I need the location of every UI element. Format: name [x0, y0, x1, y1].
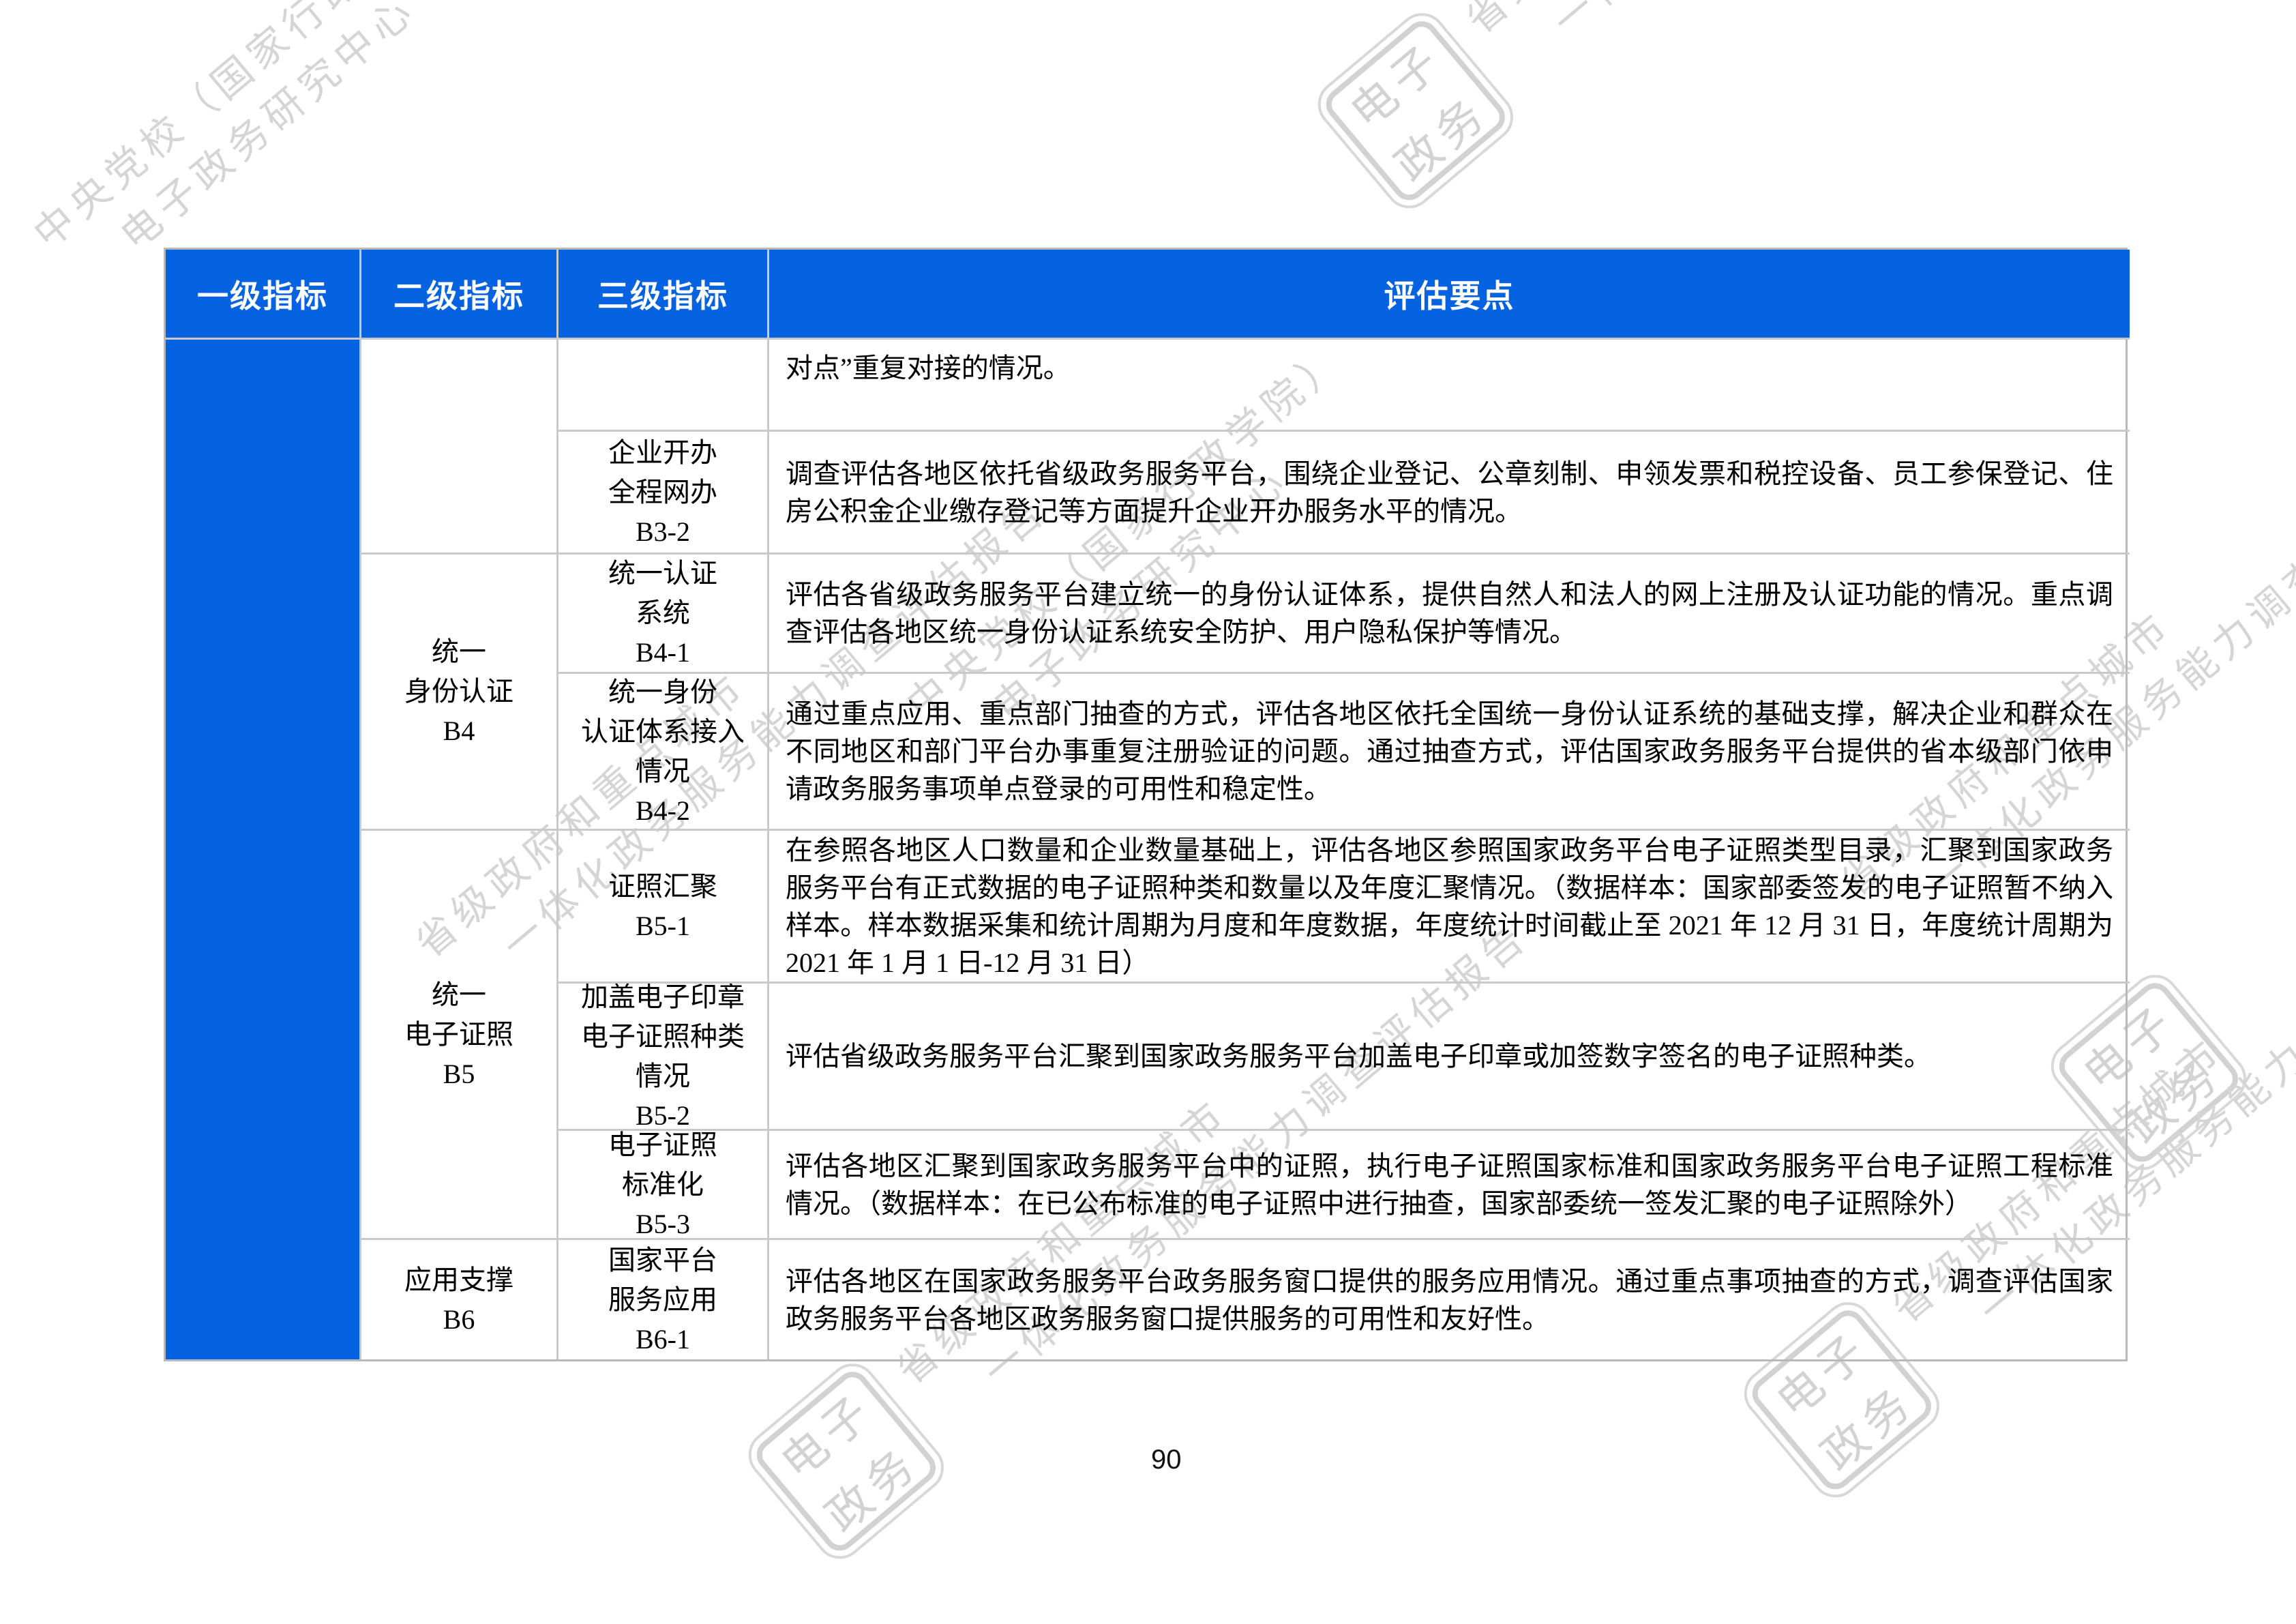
stamp-text-line1: 电子	[1341, 32, 1453, 138]
level2-cell-b5: 统一 电子证照 B5	[361, 831, 558, 1240]
point-text: 评估各省级政务服务平台建立统一的身份认证体系，提供自然人和法人的网上注册及认证功…	[786, 579, 2113, 647]
level3-cell-b6-1: 国家平台 服务应用 B6-1	[558, 1240, 769, 1359]
point-cell-b4-1: 评估各省级政务服务平台建立统一的身份认证体系，提供自然人和法人的网上注册及认证功…	[769, 555, 2130, 674]
evaluation-indicator-table: 一级指标 二级指标 三级指标 评估要点 统一 身份认证 B4 统一 电子证照 B…	[164, 248, 2130, 1361]
header-level2-indicator: 二级指标	[361, 250, 558, 340]
stamp-text-line2: 政务	[1386, 86, 1498, 192]
point-cell-b3-2: 调查评估各地区依托省级政务服务平台，围绕企业登记、公章刻制、申领发票和税控设备、…	[769, 432, 2130, 555]
point-cell-continued: 对点”重复对接的情况。	[769, 340, 2130, 432]
point-text: 评估各地区在国家政务服务平台政务服务窗口提供的服务应用情况。通过重点事项抽查的方…	[786, 1265, 2113, 1334]
point-text: 对点”重复对接的情况。	[786, 353, 1071, 383]
point-cell-b5-2: 评估省级政务服务平台汇聚到国家政务服务平台加盖电子印章或加签数字签名的电子证照种…	[769, 984, 2130, 1131]
level3-cell-b3-2: 企业开办 全程网办 B3-2	[558, 432, 769, 555]
point-cell-b6-1: 评估各地区在国家政务服务平台政务服务窗口提供的服务应用情况。通过重点事项抽查的方…	[769, 1240, 2130, 1359]
watermark-org-line2: 电子政务研究中心	[112, 0, 426, 259]
watermark-report-line2: 一体化政务服务能力调查评估报告	[1545, 0, 2106, 44]
level2-cell-b6: 应用支撑 B6	[361, 1240, 558, 1359]
watermark-report-line1: 省级政府和重点城市	[1458, 0, 2068, 42]
page-number: 90	[1151, 1445, 1182, 1475]
level3-cell-b4-2: 统一身份 认证体系接入 情况 B4-2	[558, 674, 769, 831]
level3-cell-b4-1: 统一认证 系统 B4-1	[558, 555, 769, 674]
document-page: 中央党校（国家行政学院） 电子政务研究中心 电子 政务 省级政府和重点城市 一体…	[0, 0, 2296, 1624]
watermark-text: 省级政府和重点城市 一体化政务服务能力调查评估报告	[1458, 0, 2106, 85]
level2-cell-empty	[361, 340, 558, 555]
level3-cell-continued	[558, 340, 769, 432]
header-level1-indicator: 一级指标	[166, 250, 361, 340]
stamp-text-line2: 政务	[1812, 1375, 1924, 1481]
level3-cell-b5-1: 证照汇聚 B5-1	[558, 831, 769, 984]
point-text: 评估省级政务服务平台汇聚到国家政务服务平台加盖电子印章或加签数字签名的电子证照种…	[786, 1041, 1931, 1072]
stamp-text-line2: 政务	[816, 1436, 929, 1542]
stamp-text-line1: 电子	[771, 1383, 884, 1489]
level3-cell-b5-3: 电子证照 标准化 B5-3	[558, 1131, 769, 1240]
watermark-stamp-topright: 电子 政务 省级政府和重点城市 一体化政务服务能力调查评估报告	[1308, 0, 2117, 219]
egov-stamp-icon: 电子 政务	[739, 1353, 954, 1569]
level2-cell-b4: 统一 身份认证 B4	[361, 555, 558, 831]
watermark-org-line1: 中央党校（国家行政学院）	[25, 0, 481, 257]
point-text: 评估各地区汇聚到国家政务服务平台中的证照，执行电子证照国家标准和国家政务服务平台…	[786, 1150, 2113, 1219]
point-cell-b5-3: 评估各地区汇聚到国家政务服务平台中的证照，执行电子证照国家标准和国家政务服务平台…	[769, 1131, 2130, 1240]
level1-indicator-cell	[166, 340, 361, 1359]
header-level3-indicator: 三级指标	[558, 250, 769, 340]
point-text: 在参照各地区人口数量和企业数量基础上，评估各地区参照国家政务平台电子证照类型目录…	[786, 834, 2113, 978]
egov-stamp-icon: 电子 政务	[1308, 3, 1523, 219]
point-text: 通过重点应用、重点部门抽查的方式，评估各地区依托全国统一身份认证系统的基础支撑，…	[786, 698, 2113, 804]
stamp-text-line2: 政务	[2119, 1048, 2231, 1153]
level3-cell-b5-2: 加盖电子印章 电子证照种类 情况 B5-2	[558, 984, 769, 1131]
point-text: 调查评估各地区依托省级政务服务平台，围绕企业登记、公章刻制、申领发票和税控设备、…	[786, 458, 2113, 527]
point-cell-b5-1: 在参照各地区人口数量和企业数量基础上，评估各地区参照国家政务平台电子证照类型目录…	[769, 831, 2130, 984]
header-evaluation-points: 评估要点	[769, 250, 2130, 340]
point-cell-b4-2: 通过重点应用、重点部门抽查的方式，评估各地区依托全国统一身份认证系统的基础支撑，…	[769, 674, 2130, 831]
